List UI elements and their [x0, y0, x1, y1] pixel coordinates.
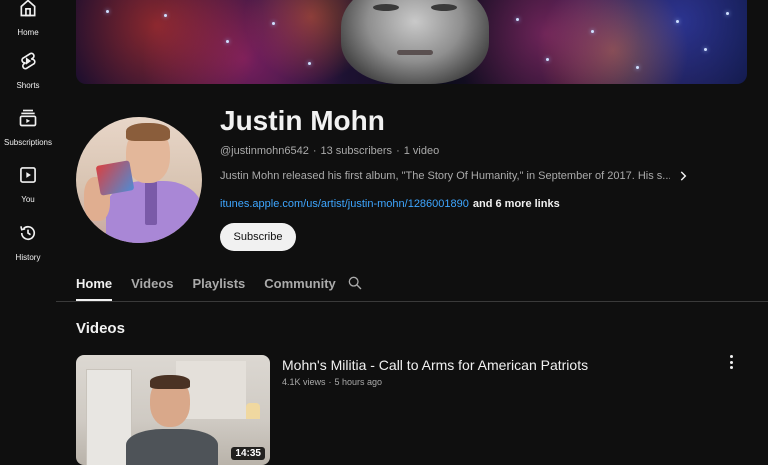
channel-description[interactable]: Justin Mohn released his first album, "T… [220, 170, 670, 182]
video-views: 4.1K views [282, 377, 326, 387]
sidebar-item-label: Home [17, 28, 39, 37]
video-title[interactable]: Mohn's Militia - Call to Arms for Americ… [282, 357, 588, 373]
sidebar-item-label: Subscriptions [3, 138, 53, 147]
sidebar-item-shorts[interactable]: Shorts [0, 51, 56, 90]
more-links[interactable]: and 6 more links [473, 198, 560, 210]
channel-link[interactable]: itunes.apple.com/us/artist/justin-mohn/1… [220, 198, 469, 210]
channel-handle: @justinmohn6542 [220, 145, 309, 157]
you-icon [18, 165, 38, 190]
channel-tabs: Home Videos Playlists Community [76, 274, 355, 301]
video-thumbnail[interactable]: 14:35 [76, 355, 270, 465]
video-age: 5 hours ago [334, 377, 383, 387]
sidebar-item-label: History [15, 253, 41, 262]
sidebar: Home Shorts Subscriptions You History [0, 0, 56, 465]
tab-playlists[interactable]: Playlists [193, 274, 246, 301]
video-count: 1 video [403, 145, 440, 157]
tabs-divider [56, 301, 768, 302]
sidebar-item-label: Shorts [16, 81, 40, 90]
section-title: Videos [76, 320, 125, 337]
subscribe-button[interactable]: Subscribe [220, 223, 296, 251]
sidebar-item-history[interactable]: History [0, 223, 56, 262]
video-duration: 14:35 [231, 447, 265, 460]
chevron-right-icon[interactable] [676, 169, 690, 183]
channel-avatar[interactable] [76, 117, 202, 243]
tab-home[interactable]: Home [76, 274, 113, 301]
more-options-icon[interactable] [724, 354, 738, 370]
meta-separator: · [328, 377, 332, 387]
channel-banner [76, 0, 747, 84]
tab-videos[interactable]: Videos [131, 274, 173, 301]
sidebar-item-label: You [21, 195, 35, 204]
video-meta: 4.1K views · 5 hours ago [282, 377, 382, 387]
channel-links: itunes.apple.com/us/artist/justin-mohn/1… [220, 198, 560, 210]
tab-community[interactable]: Community [264, 274, 336, 301]
meta-separator: · [312, 145, 317, 157]
sidebar-item-you[interactable]: You [0, 165, 56, 204]
channel-name: Justin Mohn [220, 105, 385, 136]
channel-meta: @justinmohn6542 · 13 subscribers · 1 vid… [220, 145, 439, 157]
meta-separator: · [396, 145, 400, 157]
subscriber-count: 13 subscribers [320, 145, 393, 157]
banner-portrait [341, 0, 489, 84]
search-icon[interactable] [347, 275, 363, 291]
sidebar-item-subscriptions[interactable]: Subscriptions [0, 108, 56, 147]
subscriptions-icon [18, 108, 38, 133]
sidebar-item-home[interactable]: Home [0, 0, 56, 37]
home-icon [18, 0, 38, 23]
history-icon [18, 223, 38, 248]
shorts-icon [18, 51, 38, 76]
